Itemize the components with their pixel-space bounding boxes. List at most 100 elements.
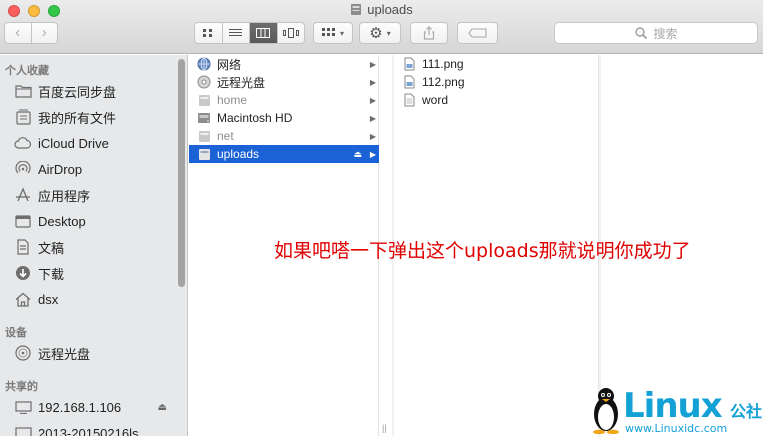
back-button[interactable]: ‹ — [5, 23, 32, 43]
eject-icon[interactable]: ⏏ — [158, 402, 167, 413]
sidebar-item-label: AirDrop — [38, 161, 83, 177]
sidebar-item-documents[interactable]: 文稿 — [0, 235, 175, 259]
sidebar-item-label: 2013-20150216ls — [38, 425, 139, 436]
drive-icon — [197, 147, 211, 161]
applications-icon — [14, 186, 32, 204]
cloud-icon — [14, 134, 32, 152]
sidebar-item-remote-disc[interactable]: 远程光盘 — [0, 341, 175, 365]
drive-icon — [197, 129, 211, 143]
sidebar-item-label: 下载 — [38, 266, 65, 282]
cover-flow-icon — [282, 28, 299, 38]
sidebar-item-shared-host-1[interactable]: 192.168.1.106 ⏏ — [0, 395, 175, 419]
sidebar-item-icloud-drive[interactable]: iCloud Drive — [0, 131, 175, 155]
watermark: Linux 公社 www.Linuxidc.com — [589, 384, 763, 436]
view-mode-switcher — [194, 22, 305, 44]
globe-icon — [197, 57, 211, 71]
all-files-icon — [14, 108, 32, 126]
folder-icon — [14, 82, 32, 100]
png-file-icon — [402, 57, 416, 71]
window-title: uploads — [0, 2, 763, 17]
watermark-brand-cn: 公社 — [730, 404, 763, 421]
forward-button[interactable]: › — [32, 23, 58, 43]
sidebar-item-label: 远程光盘 — [38, 346, 91, 362]
sidebar-scrollbar-thumb[interactable] — [178, 59, 185, 287]
sidebar-item-shared-host-2[interactable]: 2013-20150216ls — [0, 421, 175, 436]
sidebar-item-all-files[interactable]: 我的所有文件 — [0, 105, 175, 129]
disclosure-arrow-icon: ▶ — [369, 77, 376, 87]
share-icon — [423, 26, 435, 40]
file-item-112-png[interactable]: 112.png — [394, 73, 599, 91]
column-item-label: 网络 — [217, 57, 242, 72]
file-item-label: word — [422, 93, 449, 107]
disclosure-arrow-icon: ▶ — [369, 95, 376, 105]
sidebar-item-label: Desktop — [38, 213, 86, 229]
documents-icon — [14, 238, 32, 256]
column-item-label: net — [217, 129, 234, 143]
disclosure-arrow-icon: ▶ — [369, 113, 376, 123]
sidebar-item-label: 我的所有文件 — [38, 110, 117, 126]
column-view-button[interactable] — [250, 23, 278, 43]
file-item-111-png[interactable]: 111.png — [394, 55, 599, 73]
window-title-text: uploads — [367, 2, 413, 17]
list-icon — [229, 29, 243, 36]
monitor-icon — [14, 398, 32, 416]
sidebar-item-baidu-sync[interactable]: 百度云同步盘 — [0, 79, 175, 103]
airdrop-icon — [14, 160, 32, 178]
eject-icon[interactable]: ⏏ — [353, 149, 362, 160]
tag-button[interactable] — [457, 22, 498, 44]
watermark-url: www.Linuxidc.com — [625, 422, 728, 435]
text-file-icon — [402, 93, 416, 107]
sidebar-scrollbar[interactable] — [176, 55, 186, 436]
gear-icon: ⚙ — [369, 25, 383, 42]
search-icon — [635, 27, 648, 40]
column-item-macintosh-hd[interactable]: Macintosh HD ▶ — [189, 109, 379, 127]
png-file-icon — [402, 75, 416, 89]
list-view-button[interactable] — [223, 23, 250, 43]
devices-header: 设备 — [5, 327, 27, 339]
cover-flow-button[interactable] — [278, 23, 305, 43]
chevron-down-icon: ▾ — [386, 28, 391, 38]
disc-icon — [197, 75, 211, 89]
column-item-home[interactable]: home ▶ — [189, 91, 379, 109]
column-item-net[interactable]: net ▶ — [189, 127, 379, 145]
column-resize-handle[interactable]: || — [382, 423, 387, 433]
desktop-icon — [14, 212, 32, 230]
navigation-buttons: ‹ › — [4, 22, 58, 44]
columns-icon — [256, 28, 271, 38]
file-item-word[interactable]: word — [394, 91, 599, 109]
download-icon — [14, 264, 32, 282]
favorites-header: 个人收藏 — [5, 65, 49, 77]
sidebar-item-label: 百度云同步盘 — [38, 84, 117, 100]
hard-drive-icon — [197, 111, 211, 125]
column-item-label: uploads — [217, 147, 260, 161]
sidebar-item-downloads[interactable]: 下载 — [0, 261, 175, 285]
column-item-network[interactable]: 网络 ▶ — [189, 55, 379, 73]
arrange-button[interactable]: ▾ — [313, 22, 353, 44]
monitor-icon — [14, 424, 32, 436]
column-item-label: 远程光盘 — [217, 75, 266, 90]
sidebar-item-desktop[interactable]: Desktop — [0, 209, 175, 233]
search-field[interactable]: 搜索 — [554, 22, 758, 44]
file-item-label: 111.png — [422, 57, 464, 71]
annotation-text: 如果吧嗒一下弹出这个uploads那就说明你成功了 — [274, 240, 691, 262]
share-button[interactable] — [410, 22, 448, 44]
sidebar-item-home[interactable]: dsx — [0, 287, 175, 311]
sidebar-item-airdrop[interactable]: AirDrop — [0, 157, 175, 181]
sidebar-item-label: dsx — [38, 291, 59, 307]
disclosure-arrow-icon: ▶ — [369, 59, 376, 69]
disc-icon — [14, 344, 32, 362]
watermark-brand: Linux — [623, 386, 723, 426]
shared-header: 共享的 — [5, 381, 38, 393]
sidebar-item-label: 应用程序 — [38, 188, 91, 204]
action-button[interactable]: ⚙ ▾ — [359, 22, 401, 44]
sidebar-item-label: 192.168.1.106 — [38, 399, 122, 415]
column-item-remote-disc[interactable]: 远程光盘 ▶ — [189, 73, 379, 91]
sidebar-item-label: 文稿 — [38, 240, 65, 256]
sidebar-item-applications[interactable]: 应用程序 — [0, 183, 175, 207]
sidebar-item-label: iCloud Drive — [38, 135, 109, 151]
column-item-uploads[interactable]: uploads ⏏ ▶ — [189, 145, 379, 163]
file-item-label: 112.png — [422, 75, 465, 89]
icon-view-button[interactable] — [195, 23, 223, 43]
grid-icon — [203, 29, 213, 37]
chevron-down-icon: ▾ — [339, 28, 344, 38]
